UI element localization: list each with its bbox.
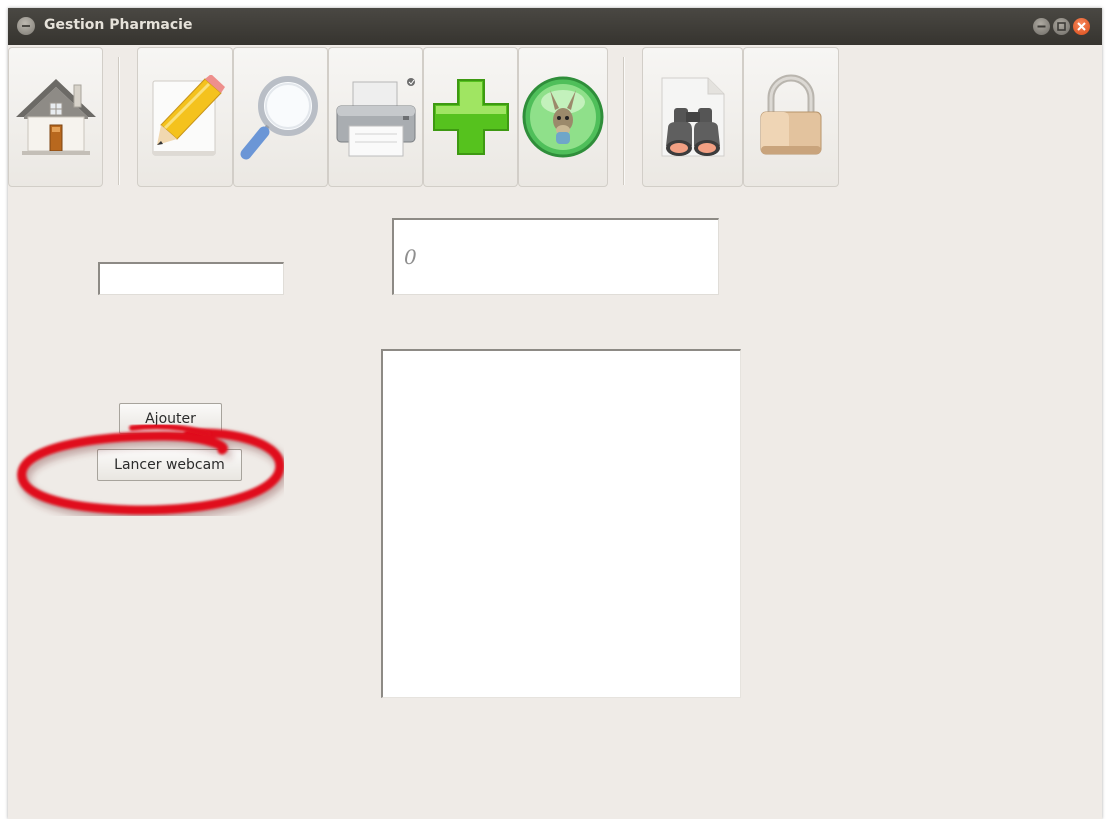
add-button[interactable] [423,47,518,187]
search-button[interactable] [233,47,328,187]
app-window: Gestion Pharmacie 0 Ajouter Lancer webca… [8,8,1102,819]
maximize-icon[interactable] [1053,18,1070,35]
small-text-field[interactable] [98,262,284,295]
small-text-input[interactable] [100,264,283,294]
title-bar: Gestion Pharmacie [8,8,1102,45]
edit-button[interactable] [137,47,233,187]
lock-button[interactable] [743,47,839,187]
launch-webcam-button[interactable]: Lancer webcam [97,449,242,481]
webcam-image-panel [381,349,741,698]
numeric-display-input[interactable] [394,220,718,294]
home-button[interactable] [8,47,103,187]
toolbar-separator [118,57,120,185]
window-title: Gestion Pharmacie [44,17,193,33]
find-document-button[interactable] [642,47,743,187]
pencil-document-icon [152,75,225,156]
print-button[interactable] [328,47,423,187]
numeric-display-field[interactable] [392,218,719,295]
binoculars-document-icon [661,77,724,157]
emule-donkey-icon [522,76,604,158]
printer-icon [336,78,415,157]
emule-button[interactable] [518,47,608,187]
magnifier-icon [240,76,318,160]
padlock-icon [760,74,822,155]
window-menu-icon[interactable] [17,17,35,35]
green-plus-icon [432,79,509,155]
toolbar [8,45,1102,191]
toolbar-separator [623,57,625,185]
add-button-form[interactable]: Ajouter [119,403,222,434]
minimize-icon[interactable] [1033,18,1050,35]
house-icon [15,79,96,155]
close-icon[interactable] [1073,18,1090,35]
